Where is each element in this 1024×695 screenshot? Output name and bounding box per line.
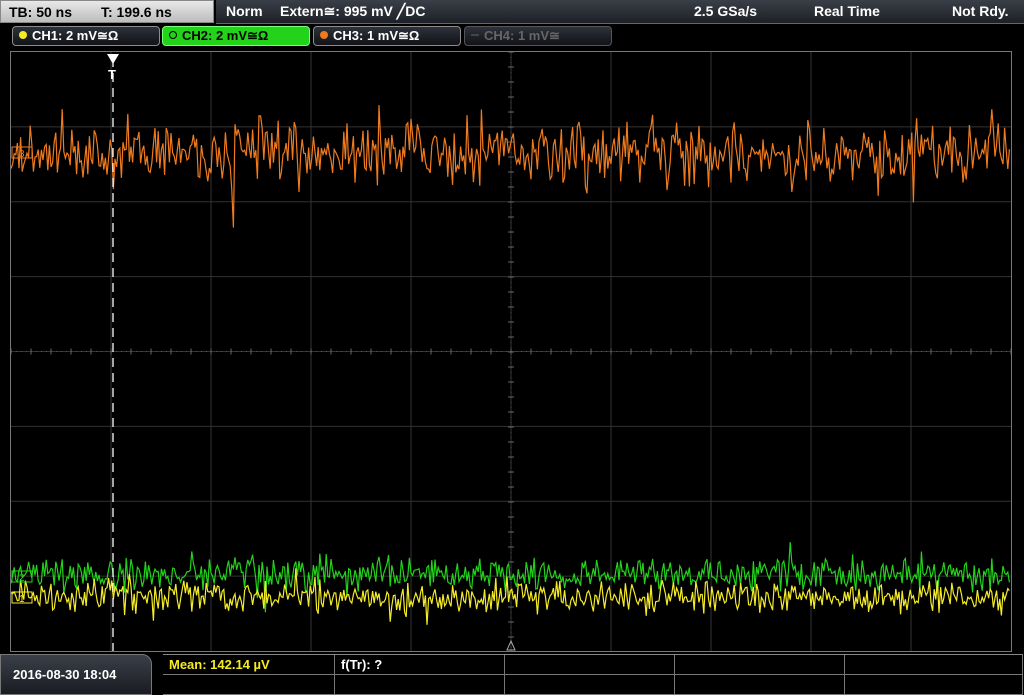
acquisition-mode: Real Time: [814, 3, 880, 19]
date-time: 2016-08-30 18:04: [0, 654, 152, 695]
trigger-marker-label: T: [108, 67, 116, 82]
timebase-label: TB: 50 ns: [9, 4, 73, 20]
measurement-slot-8[interactable]: [505, 675, 675, 695]
waveform-graticule: T 3 2 1: [11, 52, 1011, 651]
bottom-bar: 2016-08-30 18:04 Mean: 142.14 µV f(Tr): …: [0, 654, 1024, 695]
channel-bar: CH1: 2 mV≅Ω CH2: 2 mV≅Ω CH3: 1 mV≅Ω CH4:…: [0, 26, 1024, 48]
trigger-mode: Norm: [226, 3, 263, 19]
measurement-slot-6[interactable]: [163, 675, 335, 695]
ch3-label: CH3: 1 mV≅Ω: [333, 28, 420, 43]
measurement-slot-7[interactable]: [335, 675, 505, 695]
trigger-source: Extern≅: 995 mV ╱DC: [280, 3, 426, 19]
measurement-slot-9[interactable]: [675, 675, 845, 695]
channel-ch4-button[interactable]: CH4: 1 mV≅: [464, 26, 612, 46]
timebase-box[interactable]: TB: 50 ns T: 199.6 ns: [0, 0, 214, 23]
ch2-waveform: [11, 542, 1010, 613]
svg-text:1: 1: [19, 594, 25, 605]
channel-ch3-button[interactable]: CH3: 1 mV≅Ω: [313, 26, 461, 46]
ch3-color-dot-icon: [320, 31, 328, 39]
channel-ch2-button[interactable]: CH2: 2 mV≅Ω: [162, 26, 310, 46]
ch2-label: CH2: 2 mV≅Ω: [182, 28, 269, 43]
measurement-panel[interactable]: Mean: 142.14 µV f(Tr): ?: [163, 654, 1023, 695]
ch4-label: CH4: 1 mV≅: [484, 28, 560, 43]
trigger-position-marker-icon: [107, 54, 119, 64]
waveform-display[interactable]: T 3 2 1: [10, 51, 1012, 652]
channel-ch1-button[interactable]: CH1: 2 mV≅Ω: [12, 26, 160, 46]
trigger-time-label: T: 199.6 ns: [101, 4, 172, 20]
ch4-off-icon: [471, 34, 479, 36]
ch1-label: CH1: 2 mV≅Ω: [32, 28, 119, 43]
sample-rate: 2.5 GSa/s: [694, 3, 758, 19]
svg-text:3: 3: [19, 149, 25, 160]
ch1-color-dot-icon: [19, 31, 27, 39]
measurement-slot-3[interactable]: [505, 655, 675, 675]
svg-text:2: 2: [19, 573, 25, 584]
measurement-frequency[interactable]: f(Tr): ?: [335, 655, 505, 675]
ch2-color-dot-icon: [169, 31, 177, 39]
ch3-waveform: [11, 105, 1010, 228]
measurement-slot-5[interactable]: [845, 655, 1023, 675]
measurement-slot-4[interactable]: [675, 655, 845, 675]
measurement-slot-10[interactable]: [845, 675, 1023, 695]
trigger-status-bar[interactable]: Norm Extern≅: 995 mV ╱DC 2.5 GSa/s Real …: [216, 0, 1024, 24]
status-bar: TB: 50 ns T: 199.6 ns Norm Extern≅: 995 …: [0, 0, 1024, 24]
trigger-ready-status: Not Rdy.: [952, 3, 1009, 19]
measurement-mean[interactable]: Mean: 142.14 µV: [163, 655, 335, 675]
